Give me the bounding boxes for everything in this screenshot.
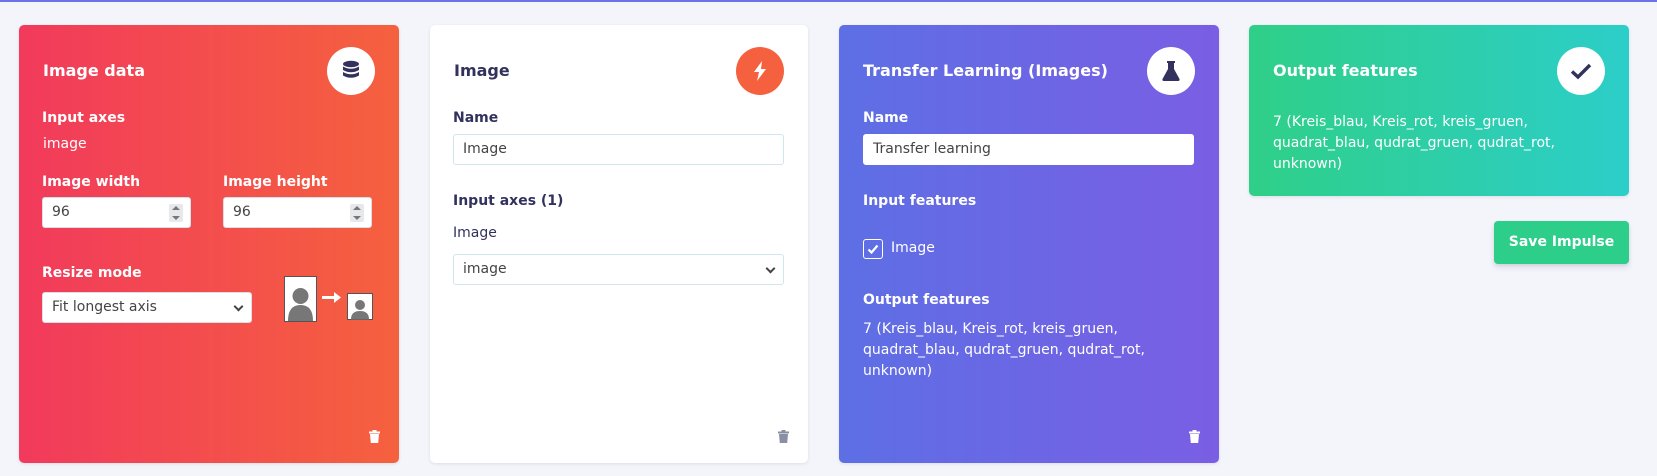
learning-output-features-value: 7 (Kreis_blau, Kreis_rot, kreis_gruen, q… [863, 321, 1145, 379]
resize-mode-label: Resize mode [42, 265, 142, 281]
learning-name-input[interactable]: Transfer learning [863, 134, 1194, 165]
learning-name-value: Transfer learning [873, 141, 991, 157]
delete-block-trash-icon[interactable] [369, 428, 380, 447]
image-height-value: 96 [233, 204, 251, 220]
learning-title: Transfer Learning (Images) [863, 61, 1108, 80]
flask-icon [1147, 47, 1195, 95]
processing-name-label: Name [453, 110, 499, 126]
output-title: Output features [1273, 61, 1418, 80]
check-icon [867, 244, 879, 255]
processing-input-axes-label: Input axes (1) [453, 193, 564, 209]
image-data-title: Image data [43, 61, 145, 80]
processing-block: Image Name Image Input axes (1) Image im… [430, 25, 808, 463]
resize-illustration-icon [284, 276, 374, 326]
input-axes-value: image [43, 136, 87, 152]
processing-axis-select[interactable]: image [453, 254, 784, 285]
delete-block-trash-icon[interactable] [1189, 428, 1200, 447]
processing-axis-name: Image [453, 225, 497, 241]
resize-mode-select[interactable]: Fit longest axis [42, 292, 252, 323]
learning-name-label: Name [863, 110, 909, 126]
learning-block: Transfer Learning (Images) Name Transfer… [839, 25, 1219, 463]
database-icon [327, 47, 375, 95]
image-width-value: 96 [52, 204, 70, 220]
image-height-input[interactable]: 96 [223, 197, 372, 228]
chevron-down-icon [233, 301, 244, 312]
output-block: Output features 7 (Kreis_blau, Kreis_rot… [1249, 25, 1629, 196]
image-data-block: Image data Input axes image Image width … [19, 25, 399, 463]
image-height-stepper[interactable] [350, 204, 364, 222]
delete-block-trash-icon[interactable] [778, 428, 789, 447]
processing-name-value: Image [463, 141, 507, 157]
processing-name-input[interactable]: Image [453, 134, 784, 165]
processing-axis-select-value: image [463, 261, 507, 277]
learning-output-features-label: Output features [863, 292, 990, 308]
image-width-input[interactable]: 96 [42, 197, 191, 228]
chevron-down-icon [765, 263, 776, 274]
image-height-label: Image height [223, 174, 328, 190]
check-icon [1557, 47, 1605, 95]
processing-title: Image [454, 61, 510, 80]
resize-mode-value: Fit longest axis [52, 299, 157, 315]
bolt-icon [736, 47, 784, 95]
input-axes-label: Input axes [42, 110, 126, 126]
image-width-label: Image width [42, 174, 141, 190]
output-features-value: 7 (Kreis_blau, Kreis_rot, kreis_gruen, q… [1273, 114, 1555, 172]
image-width-stepper[interactable] [169, 204, 183, 222]
input-feature-checkbox-label: Image [891, 240, 935, 256]
input-features-label: Input features [863, 193, 977, 209]
save-impulse-button[interactable]: Save Impulse [1494, 221, 1629, 264]
input-feature-checkbox[interactable] [863, 239, 883, 259]
